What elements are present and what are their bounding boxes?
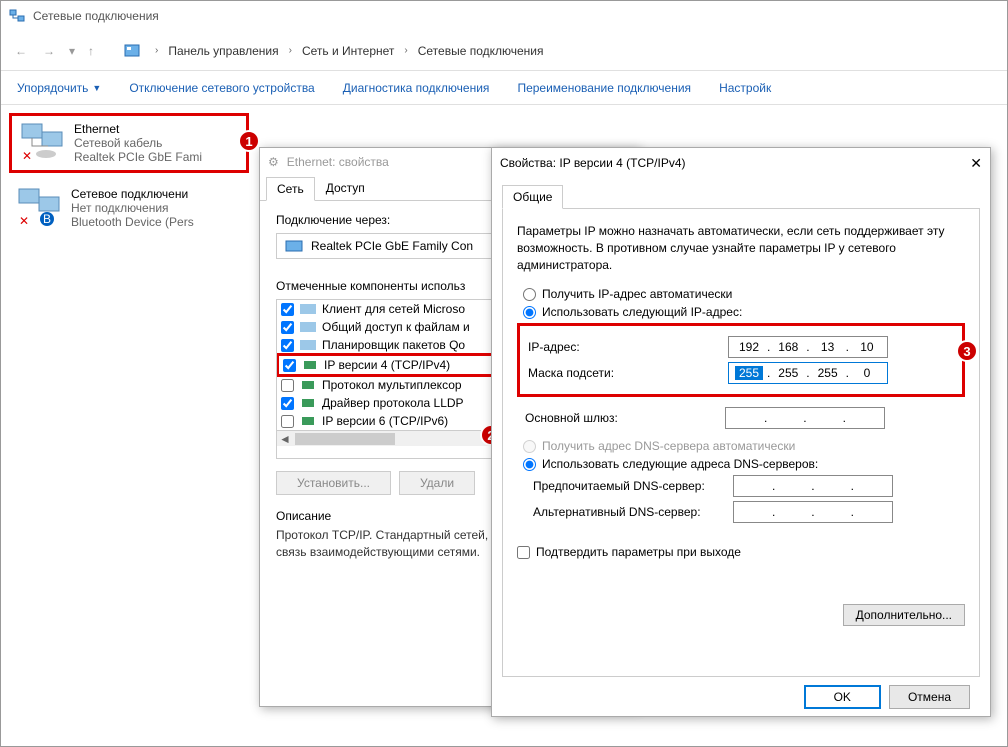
radio-manual-dns[interactable]: Использовать следующие адреса DNS-сервер… bbox=[523, 457, 965, 471]
window-titlebar: Сетевые подключения bbox=[1, 1, 1007, 31]
rename-button[interactable]: Переименование подключения bbox=[517, 81, 691, 95]
ip-address-label: IP-адрес: bbox=[528, 340, 728, 354]
connection-item-ethernet[interactable]: ✕ Ethernet Сетевой кабель Realtek PCIe G… bbox=[9, 113, 249, 173]
cancel-button[interactable]: Отмена bbox=[889, 685, 970, 709]
validate-on-exit-checkbox[interactable]: Подтвердить параметры при выходе bbox=[517, 545, 965, 559]
back-button[interactable]: ← bbox=[9, 39, 33, 63]
forward-button[interactable]: → bbox=[37, 39, 61, 63]
chevron-right-icon: › bbox=[289, 45, 292, 56]
alternate-dns-input[interactable]: ... bbox=[733, 501, 893, 523]
component-icon bbox=[300, 320, 316, 334]
nic-icon bbox=[285, 239, 303, 253]
diagnose-button[interactable]: Диагностика подключения bbox=[343, 81, 490, 95]
tab-sharing[interactable]: Доступ bbox=[315, 176, 376, 200]
scroll-left-icon[interactable]: ◄ bbox=[277, 432, 293, 446]
breadcrumb-item[interactable]: Сеть и Интернет bbox=[302, 44, 394, 58]
nav-separator: ▾ bbox=[69, 44, 75, 58]
checkbox-input[interactable] bbox=[517, 546, 530, 559]
protocol-icon bbox=[302, 358, 318, 372]
step-badge-3: 3 bbox=[956, 340, 978, 362]
breadcrumb-item[interactable]: Панель управления bbox=[168, 44, 278, 58]
window-title: Сетевые подключения bbox=[33, 9, 159, 23]
subnet-mask-input[interactable]: 255.255.255.0 bbox=[728, 362, 888, 384]
uninstall-button[interactable]: Удали bbox=[399, 471, 475, 495]
network-connections-icon bbox=[9, 8, 25, 24]
component-checkbox[interactable] bbox=[281, 397, 294, 410]
connection-item-bluetooth[interactable]: ✕B Сетевое подключени Нет подключения Bl… bbox=[9, 181, 249, 235]
ipv4-properties-dialog: Свойства: IP версии 4 (TCP/IPv4) ✕ Общие… bbox=[491, 147, 991, 717]
tab-network[interactable]: Сеть bbox=[266, 177, 315, 201]
connection-name: Ethernet bbox=[74, 122, 202, 136]
install-button[interactable]: Установить... bbox=[276, 471, 391, 495]
step-badge-1: 1 bbox=[238, 130, 260, 152]
close-icon[interactable]: ✕ bbox=[970, 155, 982, 172]
adapter-name: Realtek PCIe GbE Family Con bbox=[311, 239, 473, 253]
connection-status: Сетевой кабель bbox=[74, 136, 202, 150]
svg-text:✕: ✕ bbox=[22, 149, 32, 162]
breadcrumb[interactable]: › Панель управления › Сеть и Интернет › … bbox=[123, 42, 547, 60]
connection-name: Сетевое подключени bbox=[71, 187, 194, 201]
component-checkbox[interactable] bbox=[281, 321, 294, 334]
radio-input[interactable] bbox=[523, 288, 536, 301]
navigation-bar: ← → ▾ ↑ › Панель управления › Сеть и Инт… bbox=[1, 31, 1007, 71]
organize-menu[interactable]: Упорядочить▼ bbox=[17, 81, 101, 95]
intro-text: Параметры IP можно назначать автоматичес… bbox=[517, 223, 965, 273]
protocol-icon bbox=[300, 414, 316, 428]
ethernet-icon: ✕ bbox=[18, 122, 66, 162]
component-checkbox[interactable] bbox=[283, 359, 296, 372]
preferred-dns-label: Предпочитаемый DNS-сервер: bbox=[533, 479, 733, 493]
dialog-title: Ethernet: свойства bbox=[287, 155, 389, 169]
chevron-right-icon: › bbox=[155, 45, 158, 56]
radio-manual-ip[interactable]: Использовать следующий IP-адрес: bbox=[523, 305, 965, 319]
subnet-mask-label: Маска подсети: bbox=[528, 366, 728, 380]
chevron-right-icon: › bbox=[404, 45, 407, 56]
alternate-dns-label: Альтернативный DNS-сервер: bbox=[533, 505, 733, 519]
protocol-icon bbox=[300, 396, 316, 410]
connection-device: Bluetooth Device (Pers bbox=[71, 215, 194, 229]
component-icon bbox=[300, 302, 316, 316]
gateway-label: Основной шлюз: bbox=[525, 411, 725, 425]
radio-auto-ip[interactable]: Получить IP-адрес автоматически bbox=[523, 287, 965, 301]
svg-text:B: B bbox=[43, 212, 51, 226]
chevron-down-icon: ▼ bbox=[92, 83, 101, 93]
ip-address-input[interactable]: 192.168.13.10 bbox=[728, 336, 888, 358]
component-checkbox[interactable] bbox=[281, 379, 294, 392]
breadcrumb-item[interactable]: Сетевые подключения bbox=[418, 44, 544, 58]
component-checkbox[interactable] bbox=[281, 415, 294, 428]
component-checkbox[interactable] bbox=[281, 339, 294, 352]
radio-input bbox=[523, 440, 536, 453]
gear-icon: ⚙ bbox=[268, 155, 279, 169]
command-toolbar: Упорядочить▼ Отключение сетевого устройс… bbox=[1, 71, 1007, 105]
bluetooth-connection-icon: ✕B bbox=[15, 187, 63, 227]
gateway-input[interactable]: ... bbox=[725, 407, 885, 429]
radio-auto-dns: Получить адрес DNS-сервера автоматически bbox=[523, 439, 965, 453]
ok-button[interactable]: OK bbox=[804, 685, 881, 709]
svg-text:✕: ✕ bbox=[19, 214, 29, 227]
protocol-icon bbox=[300, 378, 316, 392]
scrollbar-thumb[interactable] bbox=[295, 433, 395, 445]
connection-status: Нет подключения bbox=[71, 201, 194, 215]
radio-input[interactable] bbox=[523, 458, 536, 471]
component-icon bbox=[300, 338, 316, 352]
component-checkbox[interactable] bbox=[281, 303, 294, 316]
dialog-titlebar: Свойства: IP версии 4 (TCP/IPv4) ✕ bbox=[492, 148, 990, 178]
settings-button[interactable]: Настройк bbox=[719, 81, 771, 95]
disable-device-button[interactable]: Отключение сетевого устройства bbox=[129, 81, 314, 95]
connection-device: Realtek PCIe GbE Fami bbox=[74, 150, 202, 164]
ip-settings-group: IP-адрес: 192.168.13.10 Маска подсети: 2… bbox=[517, 323, 965, 397]
advanced-button[interactable]: Дополнительно... bbox=[843, 604, 965, 626]
up-button[interactable]: ↑ bbox=[79, 39, 103, 63]
preferred-dns-input[interactable]: ... bbox=[733, 475, 893, 497]
radio-input[interactable] bbox=[523, 306, 536, 319]
tab-general[interactable]: Общие bbox=[502, 185, 563, 209]
dialog-title: Свойства: IP версии 4 (TCP/IPv4) bbox=[500, 156, 686, 170]
control-panel-icon bbox=[123, 42, 141, 60]
